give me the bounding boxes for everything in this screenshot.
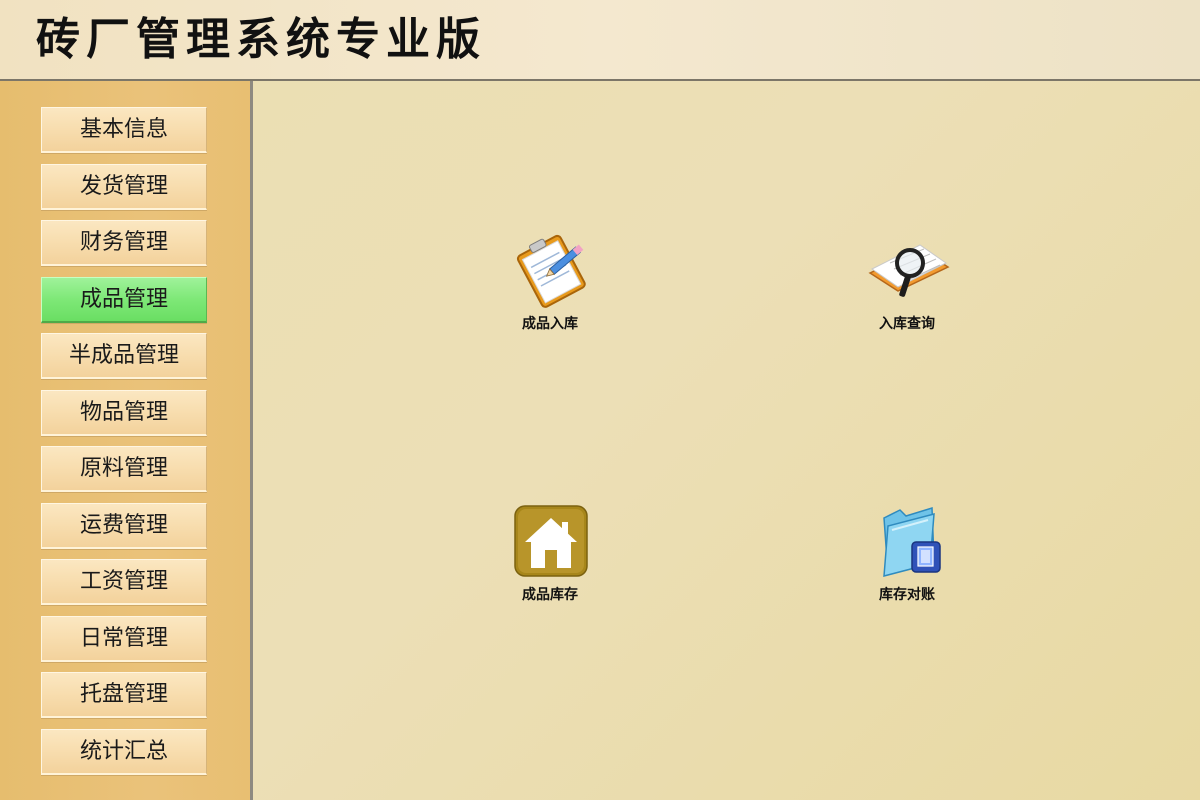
main-panel: 成品入库 入库查询 成品库存 库存对账 bbox=[253, 81, 1200, 800]
house-icon bbox=[514, 505, 588, 577]
tile-label: 成品库存 bbox=[522, 587, 578, 603]
sidebar-item-statistics[interactable]: 统计汇总 bbox=[41, 729, 207, 775]
magnifier-notebook-icon bbox=[868, 244, 950, 297]
sidebar-item-basic-info[interactable]: 基本信息 bbox=[41, 107, 207, 153]
tile-finished-goods-inventory[interactable]: 成品库存 bbox=[490, 504, 610, 614]
sidebar-item-semi-finished[interactable]: 半成品管理 bbox=[41, 333, 207, 379]
tile-label: 库存对账 bbox=[879, 587, 935, 603]
tile-inventory-reconciliation[interactable]: 库存对账 bbox=[847, 504, 967, 614]
tile-label: 成品入库 bbox=[522, 316, 578, 332]
sidebar: 基本信息 发货管理 财务管理 成品管理 半成品管理 物品管理 原料管理 运费管理… bbox=[0, 81, 253, 800]
app-window: 砖厂管理系统专业版 基本信息 发货管理 财务管理 成品管理 半成品管理 物品管理… bbox=[0, 0, 1200, 800]
header-bar: 砖厂管理系统专业版 bbox=[0, 0, 1200, 81]
sidebar-item-shipping[interactable]: 发货管理 bbox=[41, 164, 207, 210]
sidebar-item-finance[interactable]: 财务管理 bbox=[41, 220, 207, 266]
sidebar-item-finished-goods[interactable]: 成品管理 bbox=[41, 277, 207, 323]
folder-document-icon bbox=[883, 506, 941, 577]
sidebar-item-daily[interactable]: 日常管理 bbox=[41, 616, 207, 662]
tile-finished-goods-inbound[interactable]: 成品入库 bbox=[490, 233, 610, 343]
tile-label: 入库查询 bbox=[879, 316, 935, 332]
sidebar-item-pallet[interactable]: 托盘管理 bbox=[41, 672, 207, 718]
app-title: 砖厂管理系统专业版 bbox=[36, 14, 486, 65]
tile-inbound-query[interactable]: 入库查询 bbox=[847, 233, 967, 343]
sidebar-item-freight[interactable]: 运费管理 bbox=[41, 503, 207, 549]
sidebar-item-goods[interactable]: 物品管理 bbox=[41, 390, 207, 436]
sidebar-item-wages[interactable]: 工资管理 bbox=[41, 559, 207, 605]
sidebar-item-raw-materials[interactable]: 原料管理 bbox=[41, 446, 207, 492]
clipboard-pencil-icon bbox=[516, 234, 586, 308]
